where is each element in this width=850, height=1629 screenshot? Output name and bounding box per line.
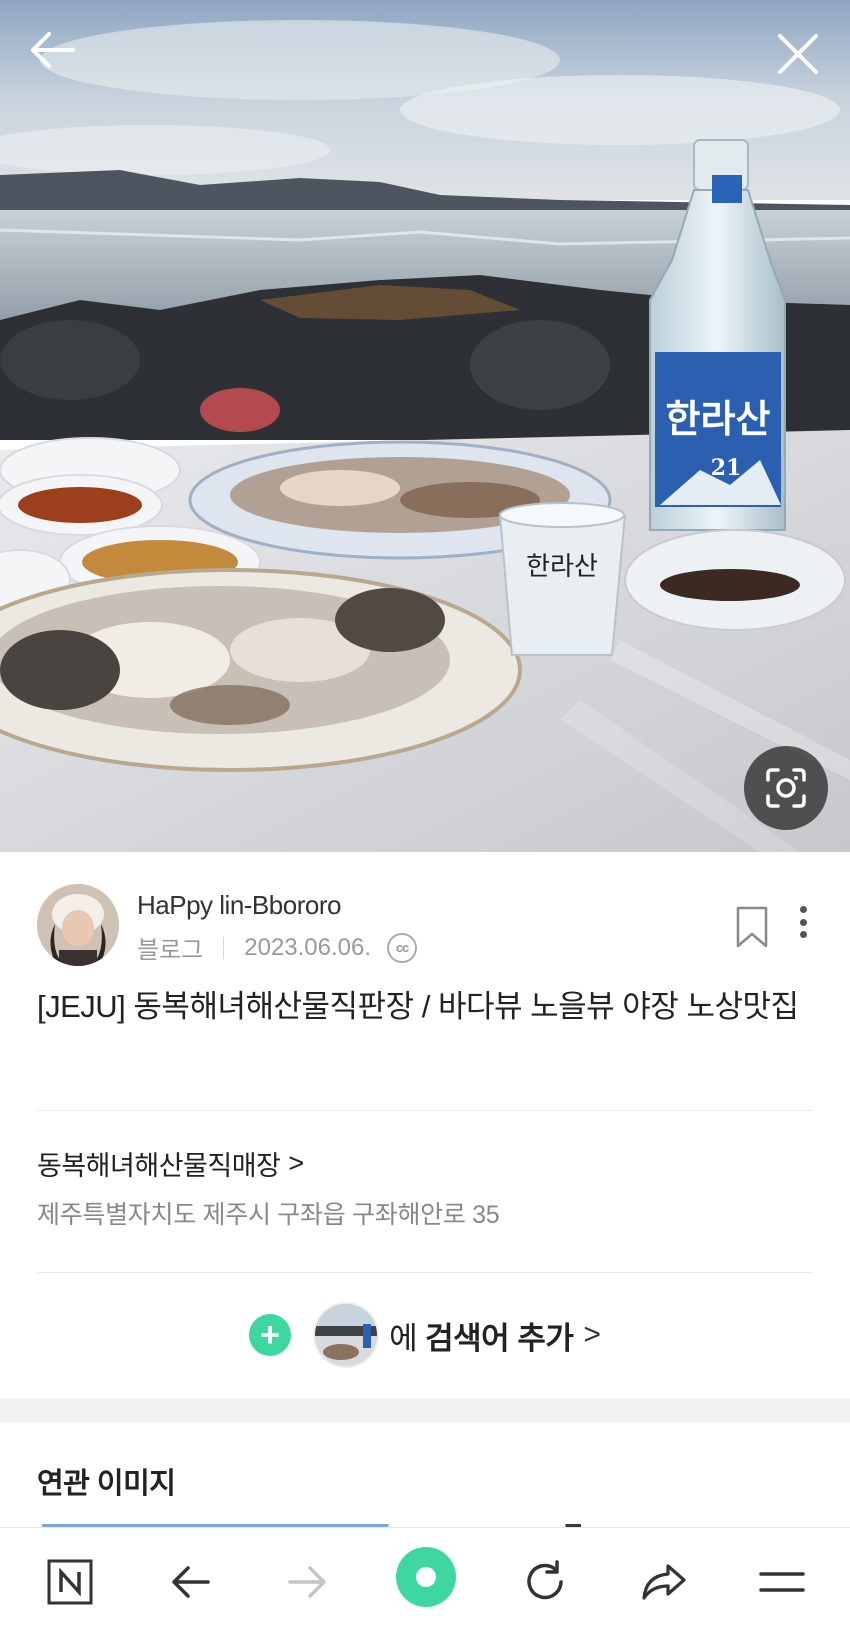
- back-arrow-icon: [31, 32, 75, 68]
- bookmark-icon: [736, 906, 768, 948]
- plus-icon: +: [249, 1314, 292, 1356]
- place-name: 동복해녀해산물직매장: [37, 1151, 281, 1181]
- reload-icon: [527, 1560, 563, 1600]
- author-row: HaPpy lin-Bbororo 블로그 2023.06.06. cc: [37, 884, 813, 966]
- cc-license-icon: cc: [387, 932, 418, 963]
- source-type: 블로그: [137, 937, 204, 964]
- add-search-keyword-button[interactable]: + 에 검색어 추가 >: [0, 1298, 850, 1372]
- share-button[interactable]: [634, 1554, 694, 1610]
- avatar[interactable]: [37, 884, 119, 966]
- more-dot: [799, 918, 807, 926]
- share-icon: [642, 1564, 686, 1600]
- image-search-button[interactable]: [744, 746, 828, 830]
- browser-forward-button[interactable]: [278, 1554, 338, 1610]
- post-meta: 블로그 2023.06.06. cc: [137, 930, 418, 965]
- green-dot-button[interactable]: [395, 1546, 457, 1608]
- glass-label: 한라산: [526, 552, 598, 582]
- add-search-label: 검색어 추가: [425, 1320, 574, 1356]
- browser-toolbar: [0, 1527, 850, 1629]
- section-separator: [0, 1398, 850, 1422]
- more-options-button[interactable]: [789, 900, 817, 944]
- divider: [37, 1110, 813, 1111]
- menu-button[interactable]: [752, 1554, 812, 1610]
- camera-lens-icon: [766, 768, 806, 808]
- thumbnail-image: [315, 1304, 378, 1366]
- chevron-right-icon: >: [288, 1148, 304, 1178]
- divider: [37, 1272, 813, 1273]
- bookmark-button[interactable]: [732, 904, 772, 950]
- add-search-prefix: 에: [389, 1320, 418, 1356]
- chevron-right-icon: >: [583, 1318, 601, 1351]
- close-icon: [778, 34, 818, 74]
- bottle-label: 한라산: [666, 397, 771, 441]
- more-dot: [799, 931, 807, 938]
- avatar-image: [37, 884, 119, 966]
- back-arrow-icon: [172, 1566, 210, 1598]
- forward-arrow-icon: [288, 1566, 326, 1598]
- place-address: 제주특별자치도 제주시 구좌읍 구좌해안로 35: [37, 1201, 500, 1229]
- hero-photo: 한라산 한라산 21: [0, 0, 850, 852]
- post-title[interactable]: [JEJU] 동복해녀해산물직판장 / 바다뷰 노을뷰 야장 노상맛집: [37, 982, 817, 1032]
- place-link[interactable]: 동복해녀해산물직매장 >: [37, 1144, 304, 1183]
- back-button[interactable]: [22, 20, 82, 80]
- more-dot: [799, 906, 807, 913]
- menu-icon: [759, 1572, 805, 1592]
- browser-back-button[interactable]: [160, 1554, 220, 1610]
- add-search-label-wrap: 검색어 추가: [425, 1313, 574, 1358]
- green-dot-icon: [396, 1547, 456, 1607]
- bottle-number: 21: [711, 455, 742, 481]
- reload-button[interactable]: [515, 1554, 575, 1610]
- related-images-heading: 연관 이미지: [37, 1468, 176, 1500]
- hero-image[interactable]: 한라산 한라산 21: [0, 0, 850, 852]
- image-thumbnail: [313, 1302, 380, 1368]
- author-name[interactable]: HaPpy lin-Bbororo: [137, 890, 341, 921]
- post-date: 2023.06.06.: [244, 933, 372, 961]
- naver-home-button[interactable]: [40, 1554, 100, 1610]
- meta-divider: [223, 936, 225, 959]
- naver-home-icon: [47, 1559, 93, 1605]
- close-button[interactable]: [768, 24, 828, 84]
